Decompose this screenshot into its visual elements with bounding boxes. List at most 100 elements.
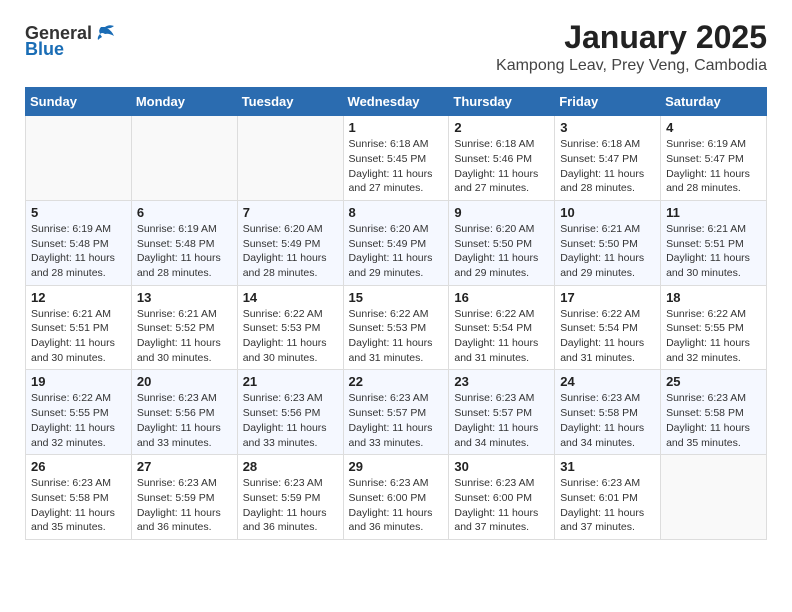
day-number: 7 (243, 205, 338, 220)
day-number: 5 (31, 205, 126, 220)
day-info: Sunrise: 6:20 AM Sunset: 5:49 PM Dayligh… (243, 222, 338, 281)
weekday-header-tuesday: Tuesday (237, 88, 343, 116)
day-number: 19 (31, 374, 126, 389)
day-info: Sunrise: 6:18 AM Sunset: 5:47 PM Dayligh… (560, 137, 655, 196)
title-area: January 2025 Kampong Leav, Prey Veng, Ca… (496, 20, 767, 75)
calendar-cell: 2 Sunrise: 6:18 AM Sunset: 5:46 PM Daylig… (449, 116, 555, 201)
day-info: Sunrise: 6:18 AM Sunset: 5:45 PM Dayligh… (349, 137, 444, 196)
calendar-cell: 31 Sunrise: 6:23 AM Sunset: 6:01 PM Dayli… (555, 455, 661, 540)
day-info: Sunrise: 6:22 AM Sunset: 5:53 PM Dayligh… (243, 307, 338, 366)
day-info: Sunrise: 6:20 AM Sunset: 5:49 PM Dayligh… (349, 222, 444, 281)
day-info: Sunrise: 6:20 AM Sunset: 5:50 PM Dayligh… (454, 222, 549, 281)
calendar-cell: 11 Sunrise: 6:21 AM Sunset: 5:51 PM Dayli… (661, 200, 767, 285)
calendar-cell: 27 Sunrise: 6:23 AM Sunset: 5:59 PM Dayli… (131, 455, 237, 540)
day-number: 25 (666, 374, 761, 389)
calendar-cell: 1 Sunrise: 6:18 AM Sunset: 5:45 PM Daylig… (343, 116, 449, 201)
day-number: 20 (137, 374, 232, 389)
day-number: 14 (243, 290, 338, 305)
day-info: Sunrise: 6:23 AM Sunset: 6:00 PM Dayligh… (349, 476, 444, 535)
day-info: Sunrise: 6:19 AM Sunset: 5:48 PM Dayligh… (31, 222, 126, 281)
day-number: 22 (349, 374, 444, 389)
calendar-cell: 13Sunrise: 6:21 AM Sunset: 5:52 PM Dayli… (131, 285, 237, 370)
logo-bird-icon (94, 24, 116, 42)
page: General Blue January 2025 Kampong Leav, … (0, 0, 792, 560)
calendar-cell (26, 116, 132, 201)
calendar-cell (661, 455, 767, 540)
day-number: 28 (243, 459, 338, 474)
location-subtitle: Kampong Leav, Prey Veng, Cambodia (496, 57, 767, 75)
page-title: January 2025 (496, 20, 767, 55)
calendar-week-3: 12Sunrise: 6:21 AM Sunset: 5:51 PM Dayli… (26, 285, 767, 370)
day-info: Sunrise: 6:19 AM Sunset: 5:47 PM Dayligh… (666, 137, 761, 196)
calendar-cell (237, 116, 343, 201)
day-number: 8 (349, 205, 444, 220)
day-info: Sunrise: 6:18 AM Sunset: 5:46 PM Dayligh… (454, 137, 549, 196)
calendar-cell: 4 Sunrise: 6:19 AM Sunset: 5:47 PM Daylig… (661, 116, 767, 201)
calendar-cell: 5 Sunrise: 6:19 AM Sunset: 5:48 PM Daylig… (26, 200, 132, 285)
calendar-week-4: 19 Sunrise: 6:22 AM Sunset: 5:55 PM Dayli… (26, 370, 767, 455)
day-number: 27 (137, 459, 232, 474)
calendar-cell: 17 Sunrise: 6:22 AM Sunset: 5:54 PM Dayli… (555, 285, 661, 370)
logo: General Blue (25, 24, 116, 58)
calendar-cell: 6 Sunrise: 6:19 AM Sunset: 5:48 PM Daylig… (131, 200, 237, 285)
calendar-cell: 26 Sunrise: 6:23 AM Sunset: 5:58 PM Dayli… (26, 455, 132, 540)
calendar-cell: 22Sunrise: 6:23 AM Sunset: 5:57 PM Dayli… (343, 370, 449, 455)
day-info: Sunrise: 6:23 AM Sunset: 5:57 PM Dayligh… (454, 391, 549, 450)
day-info: Sunrise: 6:19 AM Sunset: 5:48 PM Dayligh… (137, 222, 232, 281)
day-number: 13 (137, 290, 232, 305)
day-number: 17 (560, 290, 655, 305)
logo-blue: Blue (25, 40, 64, 58)
day-number: 18 (666, 290, 761, 305)
day-number: 26 (31, 459, 126, 474)
day-info: Sunrise: 6:23 AM Sunset: 5:58 PM Dayligh… (31, 476, 126, 535)
day-info: Sunrise: 6:23 AM Sunset: 5:56 PM Dayligh… (243, 391, 338, 450)
calendar-cell: 25Sunrise: 6:23 AM Sunset: 5:58 PM Dayli… (661, 370, 767, 455)
day-number: 2 (454, 120, 549, 135)
calendar-cell: 18 Sunrise: 6:22 AM Sunset: 5:55 PM Dayli… (661, 285, 767, 370)
calendar-cell: 9Sunrise: 6:20 AM Sunset: 5:50 PM Daylig… (449, 200, 555, 285)
day-info: Sunrise: 6:23 AM Sunset: 5:56 PM Dayligh… (137, 391, 232, 450)
calendar-cell: 29 Sunrise: 6:23 AM Sunset: 6:00 PM Dayli… (343, 455, 449, 540)
day-number: 11 (666, 205, 761, 220)
day-number: 23 (454, 374, 549, 389)
day-number: 10 (560, 205, 655, 220)
day-info: Sunrise: 6:21 AM Sunset: 5:51 PM Dayligh… (666, 222, 761, 281)
day-info: Sunrise: 6:22 AM Sunset: 5:53 PM Dayligh… (349, 307, 444, 366)
weekday-header-thursday: Thursday (449, 88, 555, 116)
day-number: 3 (560, 120, 655, 135)
calendar-cell: 16Sunrise: 6:22 AM Sunset: 5:54 PM Dayli… (449, 285, 555, 370)
weekday-header-saturday: Saturday (661, 88, 767, 116)
calendar-cell: 15 Sunrise: 6:22 AM Sunset: 5:53 PM Dayli… (343, 285, 449, 370)
day-info: Sunrise: 6:23 AM Sunset: 5:58 PM Dayligh… (560, 391, 655, 450)
calendar-cell: 28 Sunrise: 6:23 AM Sunset: 5:59 PM Dayli… (237, 455, 343, 540)
day-number: 30 (454, 459, 549, 474)
weekday-header-wednesday: Wednesday (343, 88, 449, 116)
calendar-cell: 19 Sunrise: 6:22 AM Sunset: 5:55 PM Dayli… (26, 370, 132, 455)
day-number: 6 (137, 205, 232, 220)
day-number: 24 (560, 374, 655, 389)
calendar-cell (131, 116, 237, 201)
weekday-header-sunday: Sunday (26, 88, 132, 116)
day-number: 1 (349, 120, 444, 135)
header: General Blue January 2025 Kampong Leav, … (25, 20, 767, 75)
day-number: 4 (666, 120, 761, 135)
day-info: Sunrise: 6:23 AM Sunset: 6:00 PM Dayligh… (454, 476, 549, 535)
day-info: Sunrise: 6:22 AM Sunset: 5:54 PM Dayligh… (560, 307, 655, 366)
calendar-cell: 30 Sunrise: 6:23 AM Sunset: 6:00 PM Dayli… (449, 455, 555, 540)
weekday-header-friday: Friday (555, 88, 661, 116)
day-number: 15 (349, 290, 444, 305)
day-number: 31 (560, 459, 655, 474)
calendar-cell: 23 Sunrise: 6:23 AM Sunset: 5:57 PM Dayli… (449, 370, 555, 455)
day-info: Sunrise: 6:22 AM Sunset: 5:55 PM Dayligh… (31, 391, 126, 450)
day-info: Sunrise: 6:23 AM Sunset: 5:59 PM Dayligh… (243, 476, 338, 535)
weekday-header-row: SundayMondayTuesdayWednesdayThursdayFrid… (26, 88, 767, 116)
day-number: 21 (243, 374, 338, 389)
day-info: Sunrise: 6:22 AM Sunset: 5:55 PM Dayligh… (666, 307, 761, 366)
calendar-cell: 21 Sunrise: 6:23 AM Sunset: 5:56 PM Dayli… (237, 370, 343, 455)
calendar-cell: 14 Sunrise: 6:22 AM Sunset: 5:53 PM Dayli… (237, 285, 343, 370)
calendar-week-2: 5 Sunrise: 6:19 AM Sunset: 5:48 PM Daylig… (26, 200, 767, 285)
day-info: Sunrise: 6:23 AM Sunset: 5:59 PM Dayligh… (137, 476, 232, 535)
day-number: 29 (349, 459, 444, 474)
day-number: 16 (454, 290, 549, 305)
day-info: Sunrise: 6:23 AM Sunset: 6:01 PM Dayligh… (560, 476, 655, 535)
